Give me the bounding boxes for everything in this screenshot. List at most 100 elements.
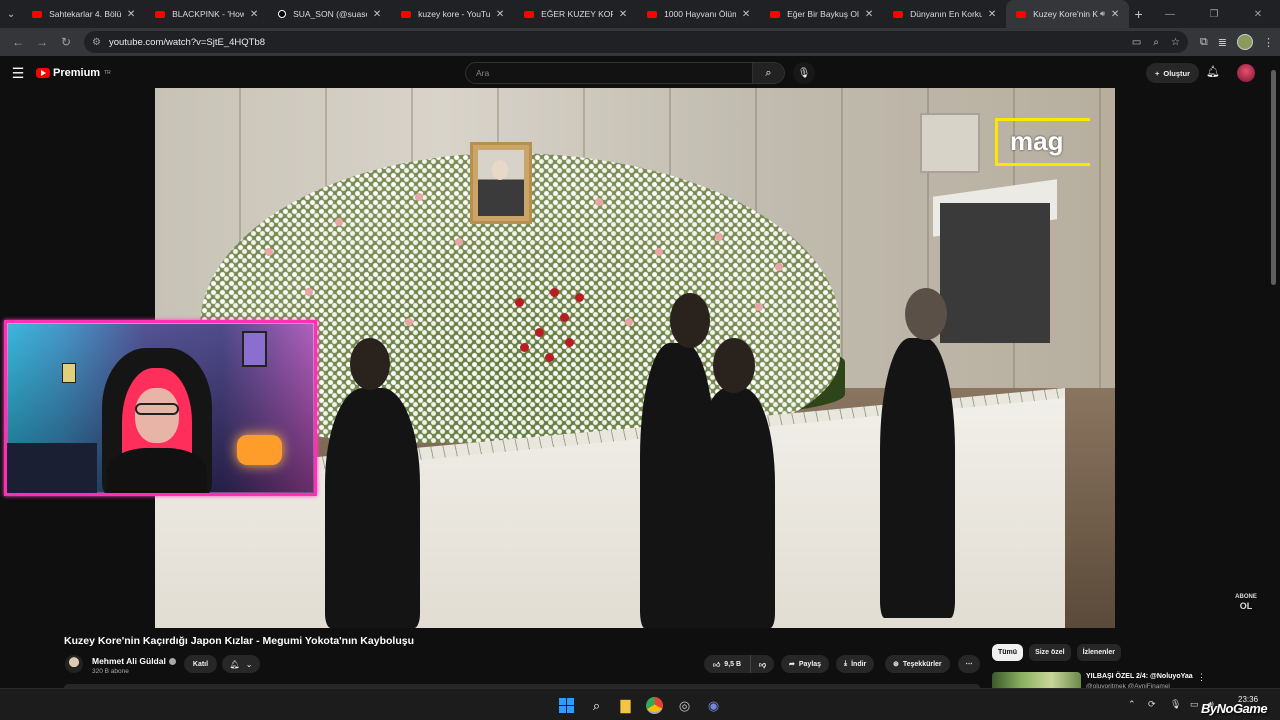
streamer-watermark: ByNoGame	[1201, 701, 1268, 716]
page-scrollbar[interactable]	[1271, 70, 1276, 285]
reading-list-icon[interactable]: ≣	[1218, 36, 1227, 49]
start-button[interactable]	[558, 697, 575, 714]
like-button[interactable]: 👍︎ 9,5 B	[704, 655, 750, 673]
close-tab-icon[interactable]: ✕	[986, 9, 998, 20]
search-taskbar-icon[interactable]: ⌕	[588, 697, 605, 714]
scene-person-head	[670, 293, 710, 348]
voice-search-button[interactable]: 🎙︎	[793, 62, 815, 84]
browser-tab[interactable]: Kuzey Kore'nin Ka 🔊︎ ✕	[1006, 0, 1130, 28]
recommendation-more-icon[interactable]: ⋮	[1197, 672, 1206, 683]
youtube-icon	[155, 10, 166, 18]
download-button[interactable]: ⤓ İndir	[836, 655, 875, 673]
logo-text: Premium	[53, 67, 101, 79]
close-tab-icon[interactable]: ✕	[125, 9, 137, 20]
tab-title: Kuzey Kore'nin Ka	[1033, 9, 1099, 19]
browser-tab[interactable]: 1000 Hayvanı Ölümd ✕	[637, 0, 760, 28]
tray-mic-icon[interactable]: 🎙︎	[1170, 699, 1181, 710]
thanks-label: Teşekkürler	[902, 660, 942, 668]
forward-button[interactable]: →	[30, 30, 54, 54]
scene-pink-flower	[655, 248, 663, 256]
create-button[interactable]: + Oluştur	[1146, 63, 1200, 83]
browser-tab[interactable]: EĞER KUZEY KORE'D ✕	[514, 0, 637, 28]
tab-title: Sahtekarlar 4. Bölüm	[49, 9, 122, 19]
chip-all[interactable]: Tümü	[992, 644, 1024, 661]
windows-taskbar: ⌕ ▇ ◎ ◉ ⌃ ⟳ 🎙︎ ▭ 🔊︎ 23:36	[0, 688, 1280, 720]
browser-tab[interactable]: Eğer Bir Baykuş Olara ✕	[760, 0, 883, 28]
scene-red-flower	[575, 293, 584, 302]
browser-tab[interactable]: Sahtekarlar 4. Bölüm ✕	[22, 0, 145, 28]
tab-search-chevron-icon[interactable]: ⌄	[0, 0, 22, 28]
scene-person-head	[905, 288, 947, 340]
chip-watched[interactable]: İzlenenler	[1076, 644, 1121, 661]
tab-title: EĞER KUZEY KORE'D	[541, 9, 613, 19]
browser-tab[interactable]: SUA_SON (@suasoni ✕	[268, 0, 391, 28]
scene-pink-flower	[715, 233, 723, 241]
close-tab-icon[interactable]: ✕	[617, 9, 629, 20]
overlay-logo-text: mag	[1010, 126, 1064, 156]
tray-display-icon[interactable]: ▭	[1190, 699, 1199, 710]
scene-pink-flower	[755, 303, 763, 311]
close-tab-icon[interactable]: ✕	[371, 9, 383, 20]
search-input[interactable]: Ara	[465, 62, 753, 84]
close-tab-icon[interactable]: ✕	[248, 9, 260, 20]
close-tab-icon[interactable]: ✕	[863, 9, 875, 20]
back-button[interactable]: ←	[6, 30, 30, 54]
video-info: Kuzey Kore'nin Kaçırdığı Japon Kızlar - …	[0, 628, 1280, 692]
scene-pink-flower	[415, 193, 423, 201]
chrome-icon[interactable]	[646, 697, 663, 714]
browser-tab-bar: ⌄ Sahtekarlar 4. Bölüm ✕ BLACKPINK - 'How …	[0, 0, 1280, 28]
tray-chevron-icon[interactable]: ⌃	[1128, 699, 1136, 710]
subscription-bell-button[interactable]: 🔔︎ ⌄	[222, 655, 260, 673]
scene-panel	[920, 113, 980, 173]
search-button[interactable]: ⌕	[753, 62, 785, 84]
recommendation-filters: Tümü Size özel İzlenenler	[992, 644, 1121, 661]
channel-avatar[interactable]	[65, 655, 83, 673]
extensions-icon[interactable]: ⧉	[1200, 36, 1208, 49]
browser-tab[interactable]: BLACKPINK - 'How Yo✕	[145, 0, 268, 28]
minimize-button[interactable]: —	[1148, 0, 1192, 28]
share-button[interactable]: ➦ Paylaş	[781, 655, 830, 673]
zoom-icon[interactable]: ⌕	[1153, 37, 1159, 48]
address-bar[interactable]: ⚙ youtube.com/watch?v=SjtE_4HQTb8 ▭ ⌕ ☆	[84, 31, 1188, 53]
scene-pink-flower	[455, 238, 463, 246]
tray-sync-icon[interactable]: ⟳	[1148, 699, 1156, 710]
dislike-button[interactable]: 👎︎	[750, 655, 774, 673]
discord-icon[interactable]: ◉	[705, 697, 722, 714]
chip-for-you[interactable]: Size özel	[1029, 644, 1071, 661]
maximize-button[interactable]: ❐	[1192, 0, 1236, 28]
obs-icon[interactable]: ◎	[676, 697, 693, 714]
close-tab-icon[interactable]: ✕	[740, 9, 752, 20]
site-info-icon[interactable]: ⚙	[92, 37, 101, 48]
more-actions-button[interactable]: ⋯	[958, 655, 980, 673]
new-tab-button[interactable]: +	[1129, 0, 1148, 28]
scene-cabinet	[940, 203, 1050, 343]
subscribe-watermark-line2: OL	[1239, 601, 1253, 611]
account-avatar[interactable]	[1237, 64, 1255, 82]
video-title: Kuzey Kore'nin Kaçırdığı Japon Kızlar - …	[64, 635, 414, 647]
bookmark-star-icon[interactable]: ☆	[1171, 37, 1180, 48]
thanks-button[interactable]: ⊛ Teşekkürler	[885, 655, 950, 673]
browser-tab[interactable]: Dünyanın En Korkunç✕	[883, 0, 1006, 28]
join-button[interactable]: Katıl	[184, 655, 217, 673]
youtube-premium-logo[interactable]: Premium TR	[36, 67, 111, 79]
scene-pink-flower	[775, 263, 783, 271]
youtube-play-icon	[36, 68, 50, 78]
file-explorer-icon[interactable]: ▇	[617, 697, 634, 714]
recommendation-title[interactable]: YILBAŞI ÖZEL 2/4: @NoluyoYaa	[1086, 673, 1193, 680]
tab-audio-icon[interactable]: 🔊︎	[1100, 9, 1105, 19]
channel-name[interactable]: Mehmet Ali Güldal	[92, 656, 176, 666]
browser-tab[interactable]: kuzey kore - YouTube✕	[391, 0, 514, 28]
close-tab-icon[interactable]: ✕	[494, 9, 506, 20]
webcam-streamer-face	[135, 388, 179, 443]
hamburger-menu-icon[interactable]: ☰	[0, 65, 36, 82]
profile-avatar[interactable]	[1237, 34, 1253, 50]
reload-button[interactable]: ↻	[54, 30, 78, 54]
subscribe-watermark[interactable]: ABONE OL	[1234, 594, 1258, 618]
close-window-button[interactable]: ✕	[1236, 0, 1280, 28]
cast-icon[interactable]: ▭	[1132, 37, 1141, 48]
notifications-bell-icon[interactable]: 🔔︎	[1206, 65, 1220, 78]
close-tab-icon[interactable]: ✕	[1109, 9, 1121, 20]
tab-title: BLACKPINK - 'How Yo	[172, 9, 245, 19]
browser-menu-icon[interactable]: ⋮	[1263, 36, 1274, 49]
channel-name-text: Mehmet Ali Güldal	[92, 656, 166, 666]
